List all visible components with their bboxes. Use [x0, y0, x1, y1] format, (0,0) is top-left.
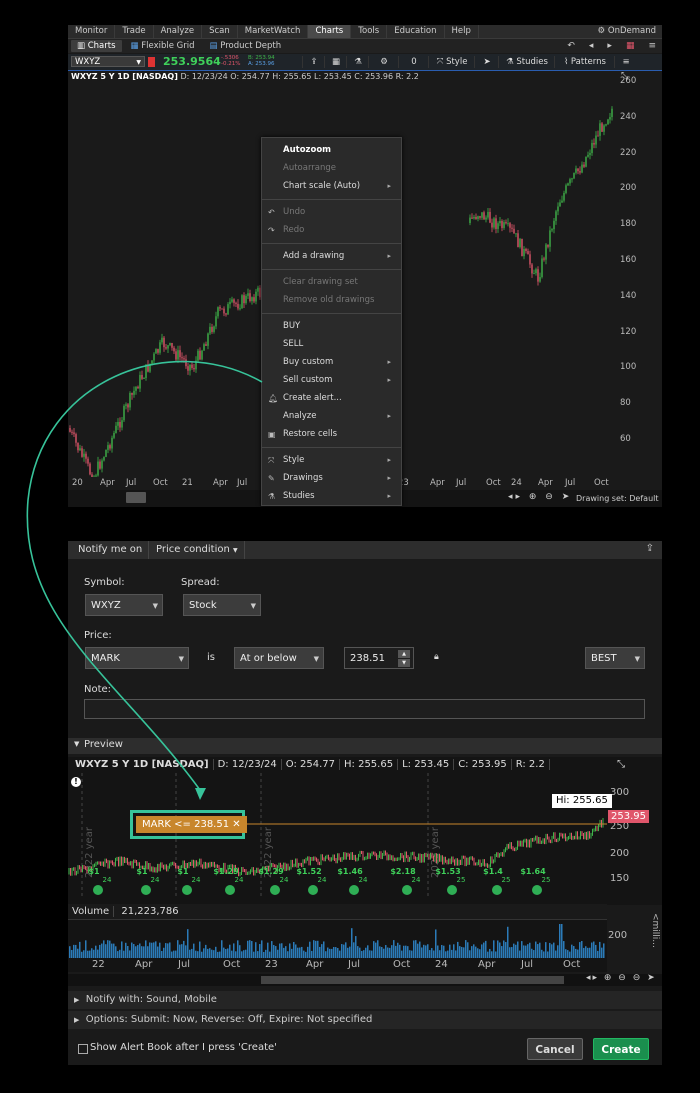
- connector-arrow: [26, 360, 263, 800]
